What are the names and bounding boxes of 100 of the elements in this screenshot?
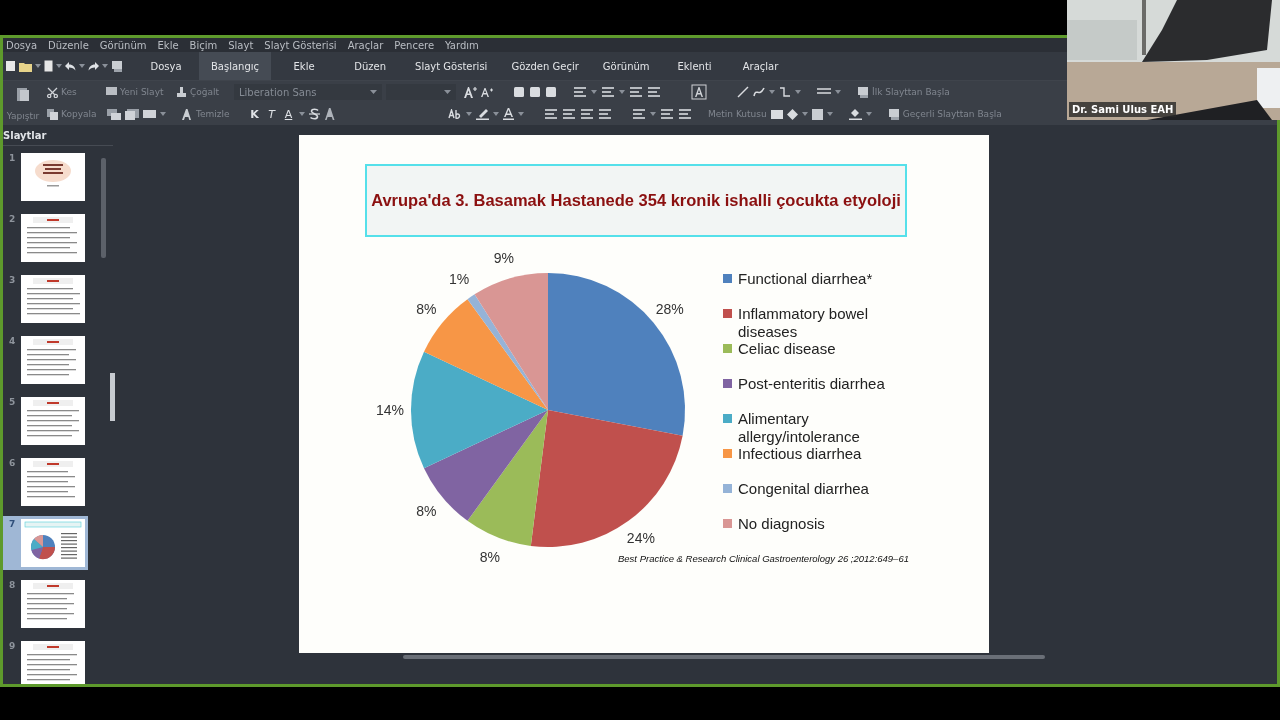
data-label: 8% xyxy=(479,548,500,563)
scrollbar[interactable] xyxy=(403,655,1045,659)
caret-icon[interactable] xyxy=(35,64,41,68)
menu-item[interactable]: Pencere xyxy=(394,39,435,51)
square-icon[interactable] xyxy=(545,86,557,98)
menu-item[interactable]: Görünüm xyxy=(99,39,147,51)
spelling-icon[interactable] xyxy=(448,108,462,120)
citation: Best Practice & Research Clinical Gastroenterology 26 ;2012:649–61 xyxy=(618,553,910,564)
layout-icon[interactable] xyxy=(143,109,156,119)
caret-icon[interactable] xyxy=(591,90,597,94)
ribbon-tab[interactable]: Araçlar xyxy=(727,52,794,80)
folder-icon[interactable] xyxy=(19,60,32,72)
legend-swatch xyxy=(723,414,732,423)
caret-icon[interactable] xyxy=(518,112,524,116)
line-icon[interactable] xyxy=(737,86,749,98)
slide-thumbnail[interactable]: 8 xyxy=(3,577,88,631)
menu-item[interactable]: Slayt Gösterisi xyxy=(264,39,337,51)
rectangle-icon[interactable] xyxy=(770,109,783,119)
indent-icon[interactable] xyxy=(629,86,643,98)
align-right-icon[interactable] xyxy=(580,108,594,120)
slide-thumbnail[interactable]: 9 xyxy=(3,638,88,684)
line-style-icon[interactable] xyxy=(817,87,831,97)
clipboard-icon[interactable] xyxy=(16,85,30,102)
slide-thumbnail[interactable]: 6 xyxy=(3,455,88,509)
align-left-icon[interactable] xyxy=(544,108,558,120)
data-label: 14% xyxy=(376,402,404,418)
layout-icon[interactable] xyxy=(107,108,121,120)
bullet-list-icon[interactable] xyxy=(573,86,587,98)
caret-icon[interactable] xyxy=(56,64,62,68)
bold-button[interactable]: K xyxy=(248,107,261,121)
caret-icon[interactable] xyxy=(865,112,872,116)
square-icon[interactable] xyxy=(513,86,525,98)
paragraph-spacing-icon[interactable] xyxy=(678,108,692,120)
diamond-icon[interactable] xyxy=(786,108,798,120)
numbered-list-icon[interactable] xyxy=(601,86,615,98)
caret-icon[interactable] xyxy=(299,112,305,116)
menu-item[interactable]: Dosya xyxy=(6,39,38,51)
square-icon[interactable] xyxy=(811,108,823,120)
caret-icon[interactable] xyxy=(493,112,499,116)
align-center-icon[interactable] xyxy=(562,108,576,120)
ribbon-tab[interactable]: Dosya xyxy=(133,52,199,80)
font-size-field[interactable] xyxy=(386,84,456,100)
slide-title: Avrupa'da 3. Basamak Hastanede 354 kronik ishalli çocukta etyoloji xyxy=(365,164,907,237)
caret-icon[interactable] xyxy=(619,90,625,94)
ribbon-tab[interactable]: Görünüm xyxy=(590,52,662,80)
menu-item[interactable]: Slayt xyxy=(228,39,254,51)
menu-item[interactable]: Düzenle xyxy=(48,39,89,51)
menu-item[interactable]: Biçim xyxy=(189,39,218,51)
ribbon-tab[interactable]: Ekle xyxy=(271,52,338,80)
grow-font-icon[interactable] xyxy=(464,86,477,98)
italic-button[interactable]: T xyxy=(265,107,278,121)
slide-thumbnail[interactable]: 5 xyxy=(3,394,88,448)
caret-icon[interactable] xyxy=(835,90,841,94)
caret-icon[interactable] xyxy=(801,112,808,116)
line-spacing-icon[interactable] xyxy=(632,108,646,120)
caret-icon[interactable] xyxy=(826,112,833,116)
slide-preview-drawing xyxy=(21,153,85,201)
ribbon-tab[interactable]: Eklenti xyxy=(661,52,728,80)
ribbon-tab[interactable]: Gözden Geçir xyxy=(499,52,591,80)
ribbon-tab[interactable]: Başlangıç xyxy=(199,52,272,80)
shadow-letter-icon[interactable] xyxy=(324,108,336,120)
save-icon[interactable] xyxy=(44,60,53,72)
caret-icon[interactable] xyxy=(102,64,108,68)
layout-icon[interactable] xyxy=(125,108,139,120)
menu-item[interactable]: Ekle xyxy=(157,39,179,51)
highlighter-icon[interactable] xyxy=(476,108,489,120)
stamp-icon[interactable] xyxy=(111,60,123,72)
caret-icon[interactable] xyxy=(160,112,166,116)
justify-icon[interactable] xyxy=(598,108,612,120)
slide-thumbnail[interactable]: 2 xyxy=(3,211,88,265)
menu-item[interactable]: Araçlar xyxy=(347,39,384,51)
caret-icon[interactable] xyxy=(795,90,801,94)
outdent-icon[interactable] xyxy=(647,86,661,98)
slide-preview-drawing xyxy=(21,214,85,262)
caret-icon[interactable] xyxy=(650,112,656,116)
new-document-icon[interactable] xyxy=(5,60,16,72)
redo-icon[interactable] xyxy=(88,61,99,71)
ribbon-tab[interactable]: Düzen xyxy=(337,52,404,80)
text-box-icon[interactable] xyxy=(691,84,707,100)
fill-bucket-icon[interactable] xyxy=(848,108,862,120)
slide-thumbnail[interactable]: 3 xyxy=(3,272,88,326)
caret-icon[interactable] xyxy=(769,90,775,94)
shrink-font-icon[interactable] xyxy=(481,87,493,97)
square-icon[interactable] xyxy=(529,86,541,98)
curve-icon[interactable] xyxy=(753,86,765,98)
strikethrough-icon[interactable] xyxy=(309,108,320,120)
ribbon-tab[interactable]: Slayt Gösterisi xyxy=(403,52,500,80)
slide-thumbnail[interactable]: 7 xyxy=(3,516,88,570)
menu-item[interactable]: Yardım xyxy=(445,39,479,51)
panel-collapse-handle[interactable] xyxy=(110,373,115,421)
underline-button[interactable]: A xyxy=(282,107,295,121)
caret-icon[interactable] xyxy=(466,112,472,116)
caret-icon[interactable] xyxy=(79,64,85,68)
connector-icon[interactable] xyxy=(779,86,791,98)
font-color-icon[interactable] xyxy=(503,108,514,120)
slide-thumbnail[interactable]: 1 xyxy=(3,150,88,204)
legend-label: Celiac disease xyxy=(738,340,837,358)
slide-thumbnail[interactable]: 4 xyxy=(3,333,88,387)
undo-icon[interactable] xyxy=(65,61,76,71)
paragraph-spacing-icon[interactable] xyxy=(660,108,674,120)
